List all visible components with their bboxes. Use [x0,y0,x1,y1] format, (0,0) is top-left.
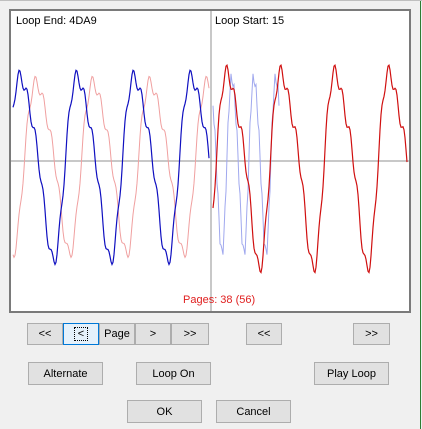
ok-button[interactable]: OK [127,400,202,423]
cancel-button[interactable]: Cancel [216,400,291,423]
waveform-trace-loop-start-ghost [212,73,280,255]
prev-page-label: < [73,327,89,341]
loop-start-label: Loop Start: 15 [215,15,285,27]
next-page-button[interactable]: > [135,323,171,345]
first-page-button[interactable]: << [27,323,63,345]
waveform-trace-loop-end [12,69,210,266]
loop-start-prev-label: << [257,328,271,340]
prev-page-button[interactable]: < [63,323,99,345]
next-page-label: > [149,328,157,340]
page-indicator: Page [99,323,135,345]
waveform-display[interactable]: Loop End: 4DA9 Loop Start: 15 Pages: 38 … [9,9,411,313]
loop-end-label: Loop End: 4DA9 [16,15,97,27]
loop-on-label: Loop On [152,367,195,380]
alternate-label: Alternate [43,367,88,380]
page-label: Page [104,328,130,340]
waveform-canvas [11,11,409,311]
loop-start-next-button[interactable]: >> [353,323,390,345]
play-loop-button[interactable]: Play Loop [314,362,389,385]
last-page-button[interactable]: >> [171,323,209,345]
last-page-label: >> [183,328,197,340]
cancel-label: Cancel [236,405,271,418]
ok-label: OK [156,405,173,418]
first-page-label: << [38,328,52,340]
loop-start-prev-button[interactable]: << [246,323,282,345]
alternate-button[interactable]: Alternate [28,362,103,385]
play-loop-label: Play Loop [327,367,376,380]
loop-start-next-label: >> [365,328,378,340]
loop-on-button[interactable]: Loop On [136,362,211,385]
pages-counter: Pages: 38 (56) [183,294,256,306]
top-border [0,0,422,1]
